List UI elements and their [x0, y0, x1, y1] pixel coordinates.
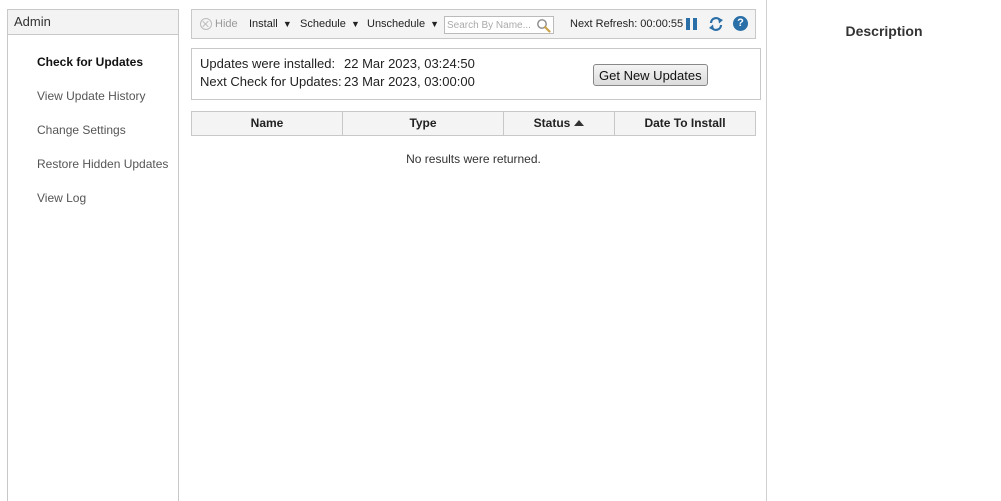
- admin-panel: Admin Check for Updates View Update Hist…: [7, 9, 179, 501]
- schedule-label: Schedule: [300, 18, 346, 30]
- next-refresh-countdown: Next Refresh: 00:00:55: [570, 18, 684, 30]
- pause-icon[interactable]: [686, 18, 698, 30]
- column-header-type[interactable]: Type: [343, 112, 504, 135]
- nav-item-view-update-history[interactable]: View Update History: [8, 79, 178, 113]
- admin-nav: Check for Updates View Update History Ch…: [8, 45, 178, 215]
- nav-item-view-log[interactable]: View Log: [8, 181, 178, 215]
- install-label: Install: [249, 18, 278, 30]
- chevron-down-icon: ▼: [430, 19, 440, 29]
- get-new-updates-button[interactable]: Get New Updates: [593, 64, 708, 86]
- column-header-status[interactable]: Status: [504, 112, 615, 135]
- hide-button[interactable]: Hide: [200, 10, 238, 38]
- nav-item-restore-hidden-updates[interactable]: Restore Hidden Updates: [8, 147, 178, 181]
- column-header-date-to-install[interactable]: Date To Install: [615, 112, 755, 135]
- column-header-status-label: Status: [533, 116, 571, 130]
- chevron-down-icon: ▼: [350, 19, 360, 29]
- results-table-header: Name Type Status Date To Install: [191, 111, 756, 136]
- refresh-icon[interactable]: [708, 16, 724, 32]
- last-installed-label: Updates were installed:: [200, 56, 336, 71]
- description-title: Description: [845, 23, 923, 39]
- chevron-down-icon: ▼: [282, 19, 292, 29]
- toolbar: Hide Install ▼ Schedule ▼ Unschedule ▼ N…: [191, 9, 756, 39]
- sort-ascending-icon: [574, 120, 585, 126]
- update-info-panel: Updates were installed: 22 Mar 2023, 03:2…: [191, 48, 761, 100]
- nav-item-check-for-updates[interactable]: Check for Updates: [8, 45, 178, 79]
- search-input[interactable]: [445, 17, 535, 33]
- admin-panel-title: Admin: [8, 10, 178, 35]
- install-dropdown[interactable]: Install ▼: [249, 10, 292, 38]
- last-installed-value: 22 Mar 2023, 03:24:50: [344, 56, 475, 71]
- search-box: [444, 16, 554, 34]
- next-check-label: Next Check for Updates:: [200, 74, 342, 89]
- schedule-dropdown[interactable]: Schedule ▼: [300, 10, 360, 38]
- unschedule-dropdown[interactable]: Unschedule ▼: [367, 10, 439, 38]
- last-installed-row: Updates were installed: 22 Mar 2023, 03:2…: [200, 55, 475, 73]
- empty-results-message: No results were returned.: [406, 152, 541, 166]
- next-check-value: 23 Mar 2023, 03:00:00: [344, 74, 475, 89]
- hide-icon: [200, 18, 212, 30]
- help-icon[interactable]: ?: [733, 16, 748, 31]
- search-icon[interactable]: [536, 18, 551, 33]
- column-header-name[interactable]: Name: [192, 112, 343, 135]
- unschedule-label: Unschedule: [367, 18, 426, 30]
- nav-item-change-settings[interactable]: Change Settings: [8, 113, 178, 147]
- panel-divider: [766, 0, 767, 501]
- hide-label: Hide: [215, 18, 238, 30]
- next-check-row: Next Check for Updates: 23 Mar 2023, 03:0…: [200, 73, 475, 91]
